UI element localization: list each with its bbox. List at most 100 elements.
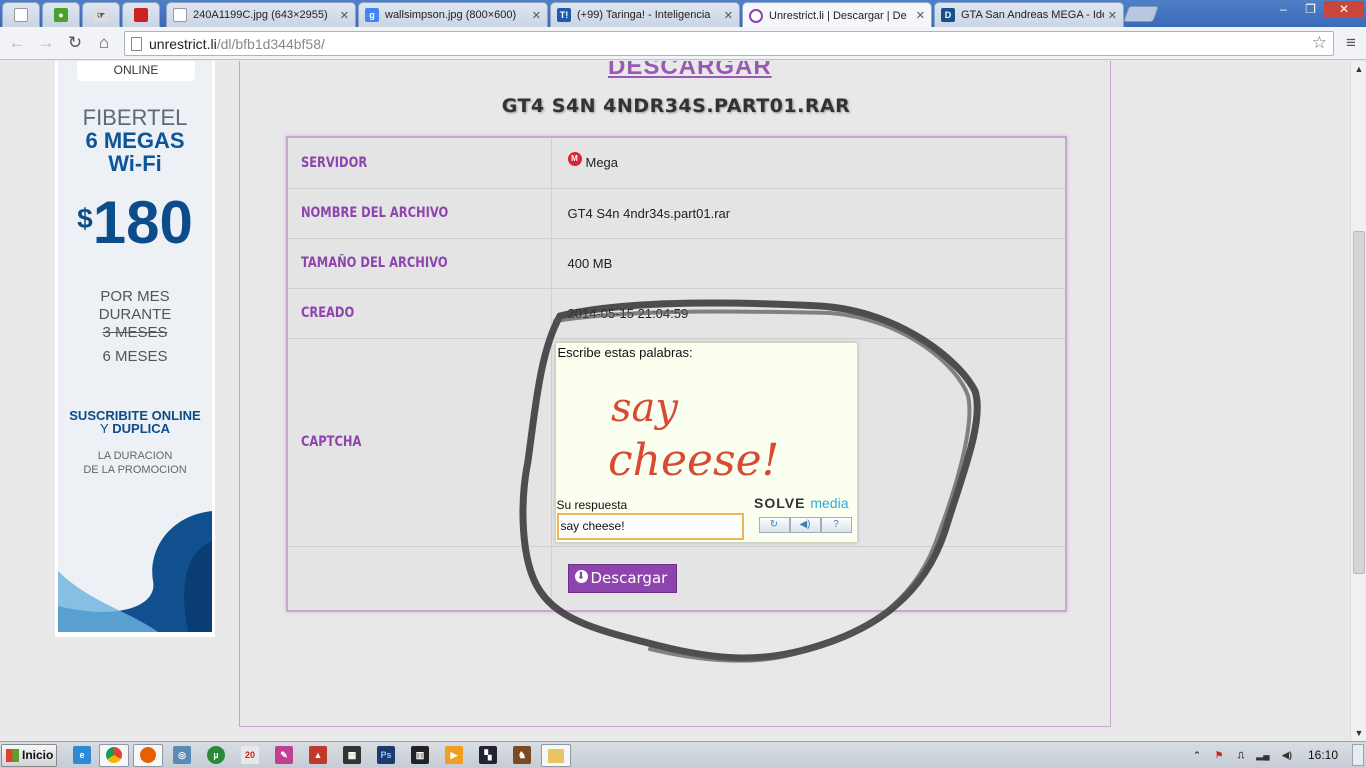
volume-icon[interactable]: ◀) <box>1278 746 1296 764</box>
tab-pinned-1[interactable] <box>2 2 40 27</box>
internet-explorer-icon[interactable]: e <box>73 746 91 764</box>
bookmark-star-icon[interactable]: ☆ <box>1312 33 1327 53</box>
minimize-icon[interactable]: – <box>1270 1 1297 17</box>
table-row: NOMBRE DEL ARCHIVO GT4 S4n 4ndr34s.part0… <box>287 188 1066 239</box>
servidor-label: SERVIDOR <box>287 137 504 189</box>
close-tab-icon[interactable]: ✕ <box>916 9 925 22</box>
show-desktop-button[interactable] <box>1352 744 1364 766</box>
tab-taringa[interactable]: T! (+99) Taringa! - Inteligencia ✕ <box>550 2 740 27</box>
browser-toolbar: ← → ↻ ⌂ unrestrict.li/dl/bfb1d344bf58/ ☆… <box>0 27 1366 60</box>
player-app-icon[interactable]: ▶ <box>445 746 463 764</box>
ad-wifi: Wi-Fi <box>108 151 162 176</box>
green-app-icon: ● <box>54 8 68 22</box>
url-path: /dl/bfb1d344bf58/ <box>216 35 325 52</box>
file-details-table: SERVIDOR M Mega NOMBRE DEL ARCHIVO GT4 S4… <box>286 136 1067 612</box>
ad-duplica: DUPLICA <box>112 421 171 436</box>
captcha-response-label: Su respuesta <box>556 497 628 512</box>
utorrent-icon[interactable]: µ <box>207 746 225 764</box>
download-button[interactable]: ⬇ Descargar <box>567 563 678 593</box>
show-hidden-icons-icon[interactable]: ⌃ <box>1188 746 1206 764</box>
tab-unrestrict[interactable]: Unrestrict.li | Descargar | De ✕ <box>742 2 932 28</box>
photoshop-icon[interactable]: Ps <box>377 746 395 764</box>
paint-app-icon[interactable]: ✎ <box>275 746 293 764</box>
media-app-icon[interactable]: ▦ <box>343 746 361 764</box>
tab-pinned-4[interactable] <box>122 2 160 27</box>
cursor-app-icon: ☞ <box>94 8 108 22</box>
clock[interactable]: 16:10 <box>1308 748 1338 762</box>
tab-240a1199c[interactable]: 240A1199C.jpg (643×2955) ✕ <box>166 2 356 27</box>
tab-title: wallsimpson.jpg (800×600) <box>385 9 517 21</box>
download-cell: ⬇ Descargar <box>551 546 1066 612</box>
download-circle-icon: ⬇ <box>574 569 588 583</box>
fibertel-ad[interactable]: ONLINE FIBERTEL 6 MEGAS Wi-Fi $180 POR M… <box>55 61 215 637</box>
page-icon <box>131 36 142 51</box>
scroll-down-icon[interactable]: ▼ <box>1351 725 1366 741</box>
system-tray: ⌃ ⚑ ⎍ ▂▄ ◀) <box>1183 742 1366 768</box>
explorer-taskbar-button[interactable] <box>541 744 571 767</box>
unrestrict-icon <box>749 8 763 23</box>
security-alert-icon[interactable]: ⚑ <box>1210 746 1228 764</box>
maximize-icon[interactable]: ❐ <box>1297 1 1324 17</box>
ad-la-duracion: LA DURACION <box>97 450 173 462</box>
scroll-up-icon[interactable]: ▲ <box>1351 61 1366 77</box>
close-tab-icon[interactable]: ✕ <box>1108 9 1117 22</box>
media-text: media <box>810 494 849 511</box>
network-app-icon[interactable]: ◎ <box>173 746 191 764</box>
audio-icon[interactable]: ◀) <box>789 516 821 533</box>
chrome-taskbar-button[interactable] <box>99 744 129 767</box>
ad-megas: 6 MEGAS <box>85 128 185 153</box>
ad-duracion: LA DURACION DE LA PROMOCION <box>58 449 212 477</box>
taringa-icon: T! <box>557 8 571 22</box>
forward-icon[interactable]: → <box>35 32 57 54</box>
download-button-label: Descargar <box>590 568 668 587</box>
reload-icon[interactable]: ↻ <box>64 32 86 54</box>
scrollbar-thumb[interactable] <box>1353 231 1365 574</box>
servidor-value: M Mega <box>551 137 1066 189</box>
page-heading: DESCARGAR <box>608 61 772 80</box>
table-row: TAMAÑO DEL ARCHIVO 400 MB <box>287 238 1066 289</box>
ad-wave-graphic <box>58 511 212 632</box>
start-button[interactable]: Inicio <box>1 744 57 767</box>
calendar-app-icon[interactable]: 20 <box>241 746 259 764</box>
game-app-icon[interactable]: ♞ <box>513 746 531 764</box>
captcha-word-1: say <box>611 385 679 431</box>
ad-suscribite: SUSCRIBITE ONLINE Y DUPLICA <box>58 409 212 435</box>
tab-strip: ● ☞ 240A1199C.jpg (643×2955) ✕ g wallsim… <box>0 0 1366 28</box>
new-tab-button[interactable] <box>1123 6 1159 22</box>
page-viewport: ONLINE FIBERTEL 6 MEGAS Wi-Fi $180 POR M… <box>0 61 1350 741</box>
address-bar[interactable]: unrestrict.li/dl/bfb1d344bf58/ ☆ <box>124 31 1334 56</box>
ad-body: ONLINE FIBERTEL 6 MEGAS Wi-Fi $180 POR M… <box>58 61 212 632</box>
close-tab-icon[interactable]: ✕ <box>532 9 541 22</box>
home-icon[interactable]: ⌂ <box>93 32 115 54</box>
captcha-instruction: Escribe estas palabras: <box>557 344 693 360</box>
refresh-icon[interactable]: ↻ <box>758 516 790 533</box>
tab-gta-mega[interactable]: D GTA San Andreas MEGA - Ide ✕ <box>934 2 1124 27</box>
vertical-scrollbar[interactable]: ▲ ▼ <box>1350 61 1366 741</box>
captcha-answer-input[interactable] <box>556 512 744 540</box>
captcha-word-2: cheese! <box>608 435 779 486</box>
piano-app-icon[interactable]: ▥ <box>411 746 429 764</box>
red-game-icon[interactable]: ▲ <box>309 746 327 764</box>
audio-editor-icon[interactable]: ▚ <box>479 746 497 764</box>
usb-device-icon[interactable]: ⎍ <box>1232 746 1250 764</box>
chrome-icon <box>106 747 122 763</box>
wifi-signal-icon[interactable]: ▂▄ <box>1254 746 1272 764</box>
tab-pinned-3[interactable]: ☞ <box>82 2 120 27</box>
chrome-menu-icon[interactable]: ≡ <box>1341 32 1361 54</box>
help-icon[interactable]: ? <box>820 516 852 533</box>
tab-wallsimpson[interactable]: g wallsimpson.jpg (800×600) ✕ <box>358 2 548 27</box>
close-tab-icon[interactable]: ✕ <box>340 9 349 22</box>
solvemedia-logo: SOLVE media <box>754 495 848 511</box>
back-icon[interactable]: ← <box>6 32 28 54</box>
firefox-taskbar-button[interactable] <box>133 744 163 767</box>
ad-price-number: 180 <box>92 189 193 256</box>
windows-taskbar: Inicio e ◎ µ 20 ✎ ▲ ▦ Ps ▥ ▶ ▚ ♞ ⌃ ⚑ ⎍ ▂… <box>0 741 1366 768</box>
tab-title: 240A1199C.jpg (643×2955) <box>193 9 328 21</box>
ad-y: Y <box>99 421 109 436</box>
ad-new-months: 6 MESES <box>102 348 168 365</box>
tab-pinned-2[interactable]: ● <box>42 2 80 27</box>
mega-icon: M <box>567 152 582 167</box>
close-window-icon[interactable]: ✕ <box>1324 1 1364 17</box>
close-tab-icon[interactable]: ✕ <box>724 9 733 22</box>
blank-page-icon <box>173 8 187 22</box>
